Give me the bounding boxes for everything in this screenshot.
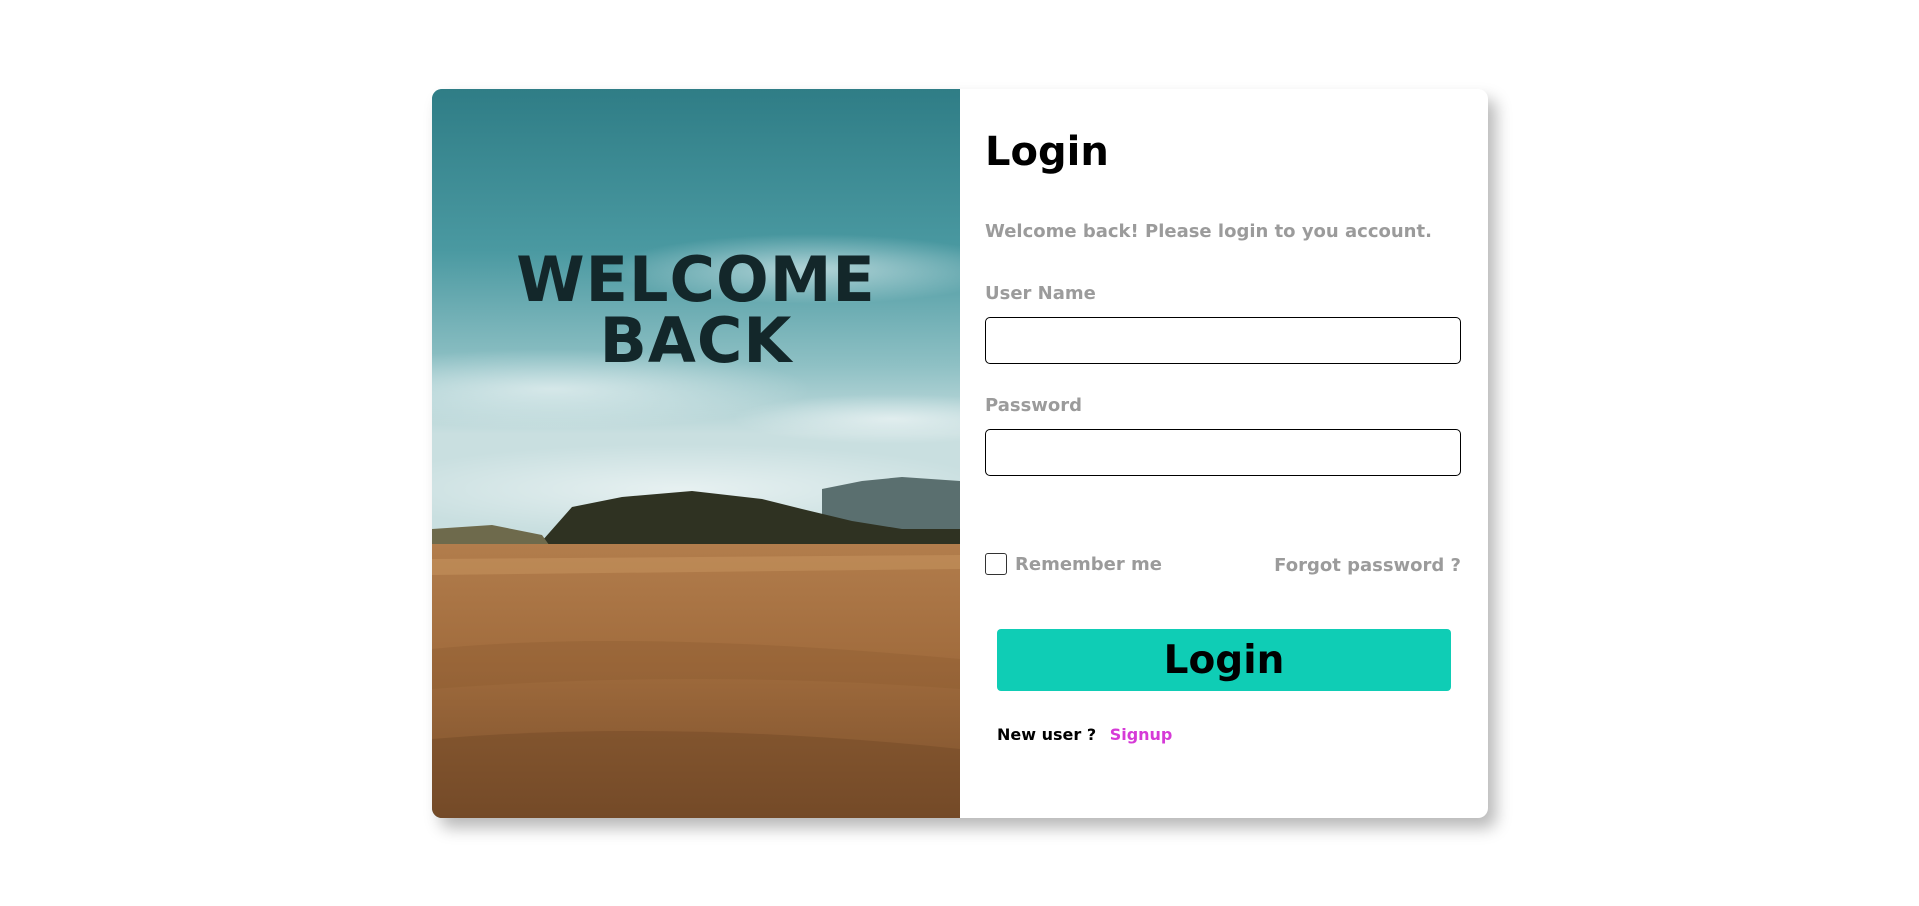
subtitle: Welcome back! Please login to you accoun…	[985, 221, 1432, 242]
page-title: Login	[985, 129, 1109, 175]
password-input[interactable]	[985, 429, 1461, 476]
signup-row: New user ? Signup	[997, 725, 1172, 744]
remember-me-row: Remember me	[985, 553, 1162, 575]
login-card: WELCOME BACK Login Welcome back! Please …	[432, 89, 1488, 818]
back-line: BACK	[599, 304, 793, 377]
welcome-back-heading: WELCOME BACK	[432, 243, 960, 377]
hero-panel: WELCOME BACK	[432, 89, 960, 818]
username-label: User Name	[985, 283, 1096, 304]
remember-me-label[interactable]: Remember me	[1015, 554, 1162, 575]
forgot-password-link[interactable]: Forgot password ?	[1274, 555, 1461, 576]
remember-me-checkbox[interactable]	[985, 553, 1007, 575]
welcome-line: WELCOME	[516, 243, 876, 316]
password-label: Password	[985, 395, 1083, 416]
login-form-panel: Login Welcome back! Please login to you …	[960, 89, 1488, 818]
landscape-image	[432, 89, 960, 818]
username-input[interactable]	[985, 317, 1461, 364]
login-button[interactable]: Login	[997, 629, 1451, 691]
signup-link[interactable]: Signup	[1110, 725, 1173, 744]
new-user-text: New user ?	[997, 725, 1097, 744]
